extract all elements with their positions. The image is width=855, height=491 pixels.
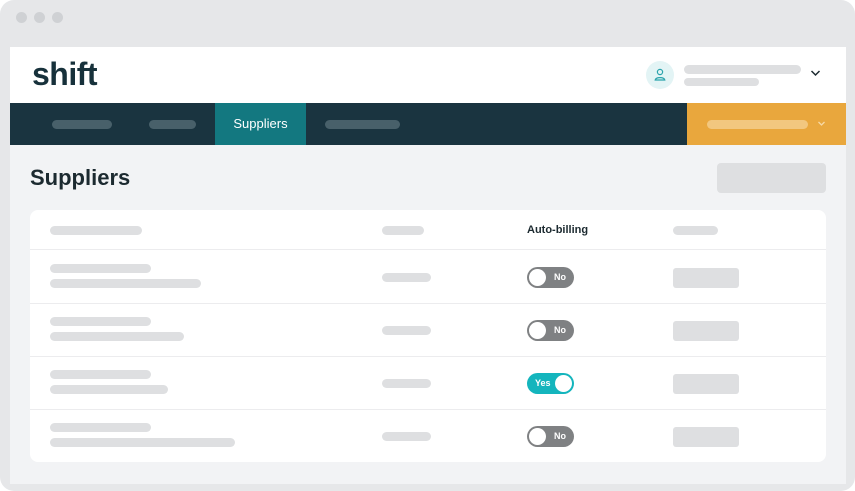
supplier-detail-placeholder	[50, 332, 184, 341]
toggle-label: No	[554, 431, 566, 441]
chevron-down-icon[interactable]	[810, 69, 821, 77]
nav-action-label-placeholder	[707, 120, 808, 129]
row-action-button[interactable]	[673, 374, 739, 394]
toggle-knob	[529, 428, 546, 445]
user-name-placeholder	[684, 65, 801, 74]
supplier-name-placeholder	[50, 370, 151, 379]
app-container: shift Suppliers Suppliers Auto-billing N…	[10, 47, 846, 484]
auto-billing-toggle[interactable]: No	[527, 320, 574, 341]
supplier-detail-placeholder	[50, 279, 201, 288]
supplier-name-placeholder	[50, 423, 151, 432]
toggle-knob	[555, 375, 572, 392]
avatar[interactable]	[646, 61, 674, 89]
user-role-placeholder	[684, 78, 759, 86]
table-row[interactable]: No	[30, 304, 826, 357]
tab-suppliers[interactable]: Suppliers	[215, 103, 306, 145]
table-row[interactable]: Yes	[30, 357, 826, 410]
column-header-placeholder	[50, 226, 142, 235]
cell-placeholder	[382, 273, 431, 282]
window-control-dot[interactable]	[52, 12, 63, 23]
page-action-button[interactable]	[717, 163, 826, 193]
supplier-detail-placeholder	[50, 385, 168, 394]
page-title: Suppliers	[30, 165, 131, 190]
nav-item-placeholder[interactable]	[325, 120, 400, 129]
suppliers-table: Auto-billing No No Yes No	[30, 210, 826, 462]
browser-window: shift Suppliers Suppliers Auto-billing N…	[0, 0, 855, 491]
logo-text: shift	[32, 56, 98, 92]
toggle-label: No	[554, 325, 566, 335]
auto-billing-toggle[interactable]: Yes	[527, 373, 574, 394]
toggle-label: No	[554, 272, 566, 282]
nav-item-placeholder[interactable]	[149, 120, 196, 129]
chevron-down-icon	[818, 121, 825, 126]
user-icon	[654, 68, 666, 81]
auto-billing-toggle[interactable]: No	[527, 426, 574, 447]
column-header-placeholder	[382, 226, 424, 235]
tab-suppliers-label: Suppliers	[233, 116, 288, 131]
nav-action-dropdown[interactable]	[687, 103, 846, 145]
supplier-name-placeholder	[50, 317, 151, 326]
main-nav: Suppliers	[10, 103, 846, 145]
cell-placeholder	[382, 379, 431, 388]
supplier-name-placeholder	[50, 264, 151, 273]
window-control-dot[interactable]	[16, 12, 27, 23]
window-control-dot[interactable]	[34, 12, 45, 23]
column-header-auto-billing: Auto-billing	[527, 224, 589, 236]
supplier-detail-placeholder	[50, 438, 235, 447]
table-row[interactable]: No	[30, 410, 826, 463]
toggle-knob	[529, 269, 546, 286]
column-header-placeholder	[673, 226, 718, 235]
table-row[interactable]: No	[30, 251, 826, 304]
table-header: Auto-billing	[30, 210, 826, 250]
toggle-label: Yes	[535, 378, 551, 388]
row-action-button[interactable]	[673, 427, 739, 447]
row-action-button[interactable]	[673, 321, 739, 341]
auto-billing-toggle[interactable]: No	[527, 267, 574, 288]
toggle-knob	[529, 322, 546, 339]
row-action-button[interactable]	[673, 268, 739, 288]
cell-placeholder	[382, 432, 431, 441]
user-menu[interactable]	[646, 61, 836, 91]
cell-placeholder	[382, 326, 431, 335]
shift-logo[interactable]: shift	[32, 56, 98, 93]
app-header: shift	[10, 47, 846, 103]
nav-item-placeholder[interactable]	[52, 120, 112, 129]
